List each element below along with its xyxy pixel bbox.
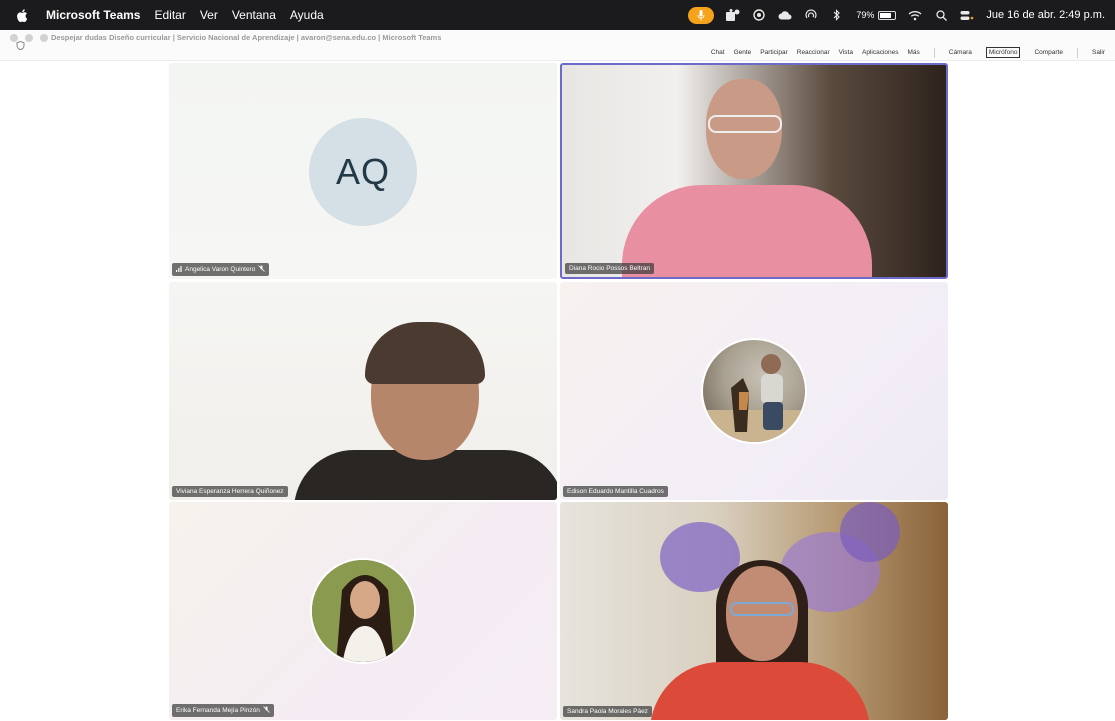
participant-video-hair [365, 322, 485, 384]
menu-ayuda[interactable]: Ayuda [290, 8, 324, 22]
meeting-window-titlebar: Despejar dudas Diseño curricular | Servi… [0, 30, 1115, 61]
participant-video-glasses [730, 602, 794, 616]
battery-percent: 79% [856, 10, 875, 20]
participant-initials-avatar: AQ [309, 118, 417, 226]
apple-menu-icon[interactable] [14, 8, 30, 22]
people-button[interactable]: Gente [734, 49, 752, 56]
react-button[interactable]: Reaccionar [797, 49, 830, 56]
spotlight-search-icon[interactable] [934, 8, 948, 22]
minimize-window-button[interactable] [25, 34, 33, 42]
participant-tile[interactable]: Sandra Paola Morales Páez [560, 502, 948, 720]
participant-name: Erika Fernanda Mejía Pinzón [176, 707, 260, 714]
participant-tile[interactable]: AQ Angelica Varon Quintero [169, 63, 557, 279]
participant-tile[interactable]: Edison Eduardo Mantilla Cuadros [560, 282, 948, 500]
participant-video-body [622, 185, 872, 277]
participant-name-tag: Angelica Varon Quintero [172, 263, 270, 276]
participant-name: Diana Rocio Possos Beltran [569, 265, 650, 272]
battery-icon [878, 10, 897, 20]
participant-name-tag: Diana Rocio Possos Beltran [565, 263, 654, 274]
background-flower [840, 502, 900, 562]
participant-tile[interactable]: Erika Fernanda Mejía Pinzón [169, 502, 557, 720]
menubar-status-area: 79% Jue 16 de abr. 2:49 p.m. [688, 0, 1105, 30]
more-button[interactable]: Más [907, 49, 919, 56]
chat-button[interactable]: Chat [711, 49, 725, 56]
muted-mic-icon [258, 265, 266, 274]
muted-mic-icon [263, 706, 270, 715]
participant-name: Viviana Esperanza Herrera Quiñonez [176, 488, 284, 495]
participant-tile[interactable]: Viviana Esperanza Herrera Quiñonez [169, 282, 557, 500]
participant-video-body [650, 662, 870, 720]
share-button[interactable]: Comparte [1034, 49, 1063, 56]
menu-editar[interactable]: Editar [154, 8, 185, 22]
participant-name: Sandra Paola Morales Páez [567, 708, 648, 715]
menu-ventana[interactable]: Ventana [232, 8, 276, 22]
screen-record-icon[interactable] [752, 8, 766, 22]
menu-ver[interactable]: Ver [200, 8, 218, 22]
wifi-icon[interactable] [908, 8, 922, 22]
participant-name-tag: Sandra Paola Morales Páez [563, 706, 652, 717]
view-button[interactable]: Vista [839, 49, 853, 56]
teams-status-icon[interactable] [726, 8, 740, 22]
raise-hand-button[interactable]: Participar [760, 49, 787, 56]
participant-name-tag: Erika Fernanda Mejía Pinzón [172, 704, 274, 717]
airdrop-icon[interactable] [804, 8, 818, 22]
zoom-window-button[interactable] [40, 34, 48, 42]
participant-name-tag: Edison Eduardo Mantilla Cuadros [563, 486, 668, 497]
participant-profile-photo [310, 558, 416, 664]
meeting-shield-icon[interactable] [16, 41, 25, 50]
participant-video-glasses [708, 115, 782, 133]
microphone-in-use-icon[interactable] [688, 6, 715, 24]
participant-tile-active-speaker[interactable]: Diana Rocio Possos Beltran [560, 63, 948, 279]
participant-profile-photo [701, 338, 807, 444]
creative-cloud-icon[interactable] [778, 8, 792, 22]
menubar-clock[interactable]: Jue 16 de abr. 2:49 p.m. [986, 9, 1105, 21]
menu-app-name[interactable]: Microsoft Teams [46, 8, 140, 22]
leave-button[interactable]: Salir [1092, 49, 1105, 56]
bluetooth-icon[interactable] [830, 8, 844, 22]
control-center-icon[interactable] [960, 8, 974, 22]
participant-name-tag: Viviana Esperanza Herrera Quiñonez [172, 486, 288, 497]
toolbar-divider [1076, 47, 1078, 58]
microphone-button[interactable]: Micrófono [985, 47, 1021, 58]
signal-strength-icon [176, 265, 182, 274]
apps-button[interactable]: Aplicaciones [862, 49, 899, 56]
battery-indicator[interactable]: 79% [856, 10, 897, 20]
macos-menubar: Microsoft Teams Editar Ver Ventana Ayuda… [0, 0, 1115, 30]
participant-name: Angelica Varon Quintero [185, 266, 256, 273]
participant-name: Edison Eduardo Mantilla Cuadros [567, 488, 664, 495]
toolbar-divider [933, 47, 935, 58]
window-title: Despejar dudas Diseño curricular | Servi… [51, 33, 442, 42]
meeting-toolbar: Chat Gente Participar Reaccionar Vista A… [702, 47, 1105, 58]
camera-button[interactable]: Cámara [949, 49, 972, 56]
video-gallery: AQ Angelica Varon Quintero Diana Rocio P… [0, 61, 1115, 721]
